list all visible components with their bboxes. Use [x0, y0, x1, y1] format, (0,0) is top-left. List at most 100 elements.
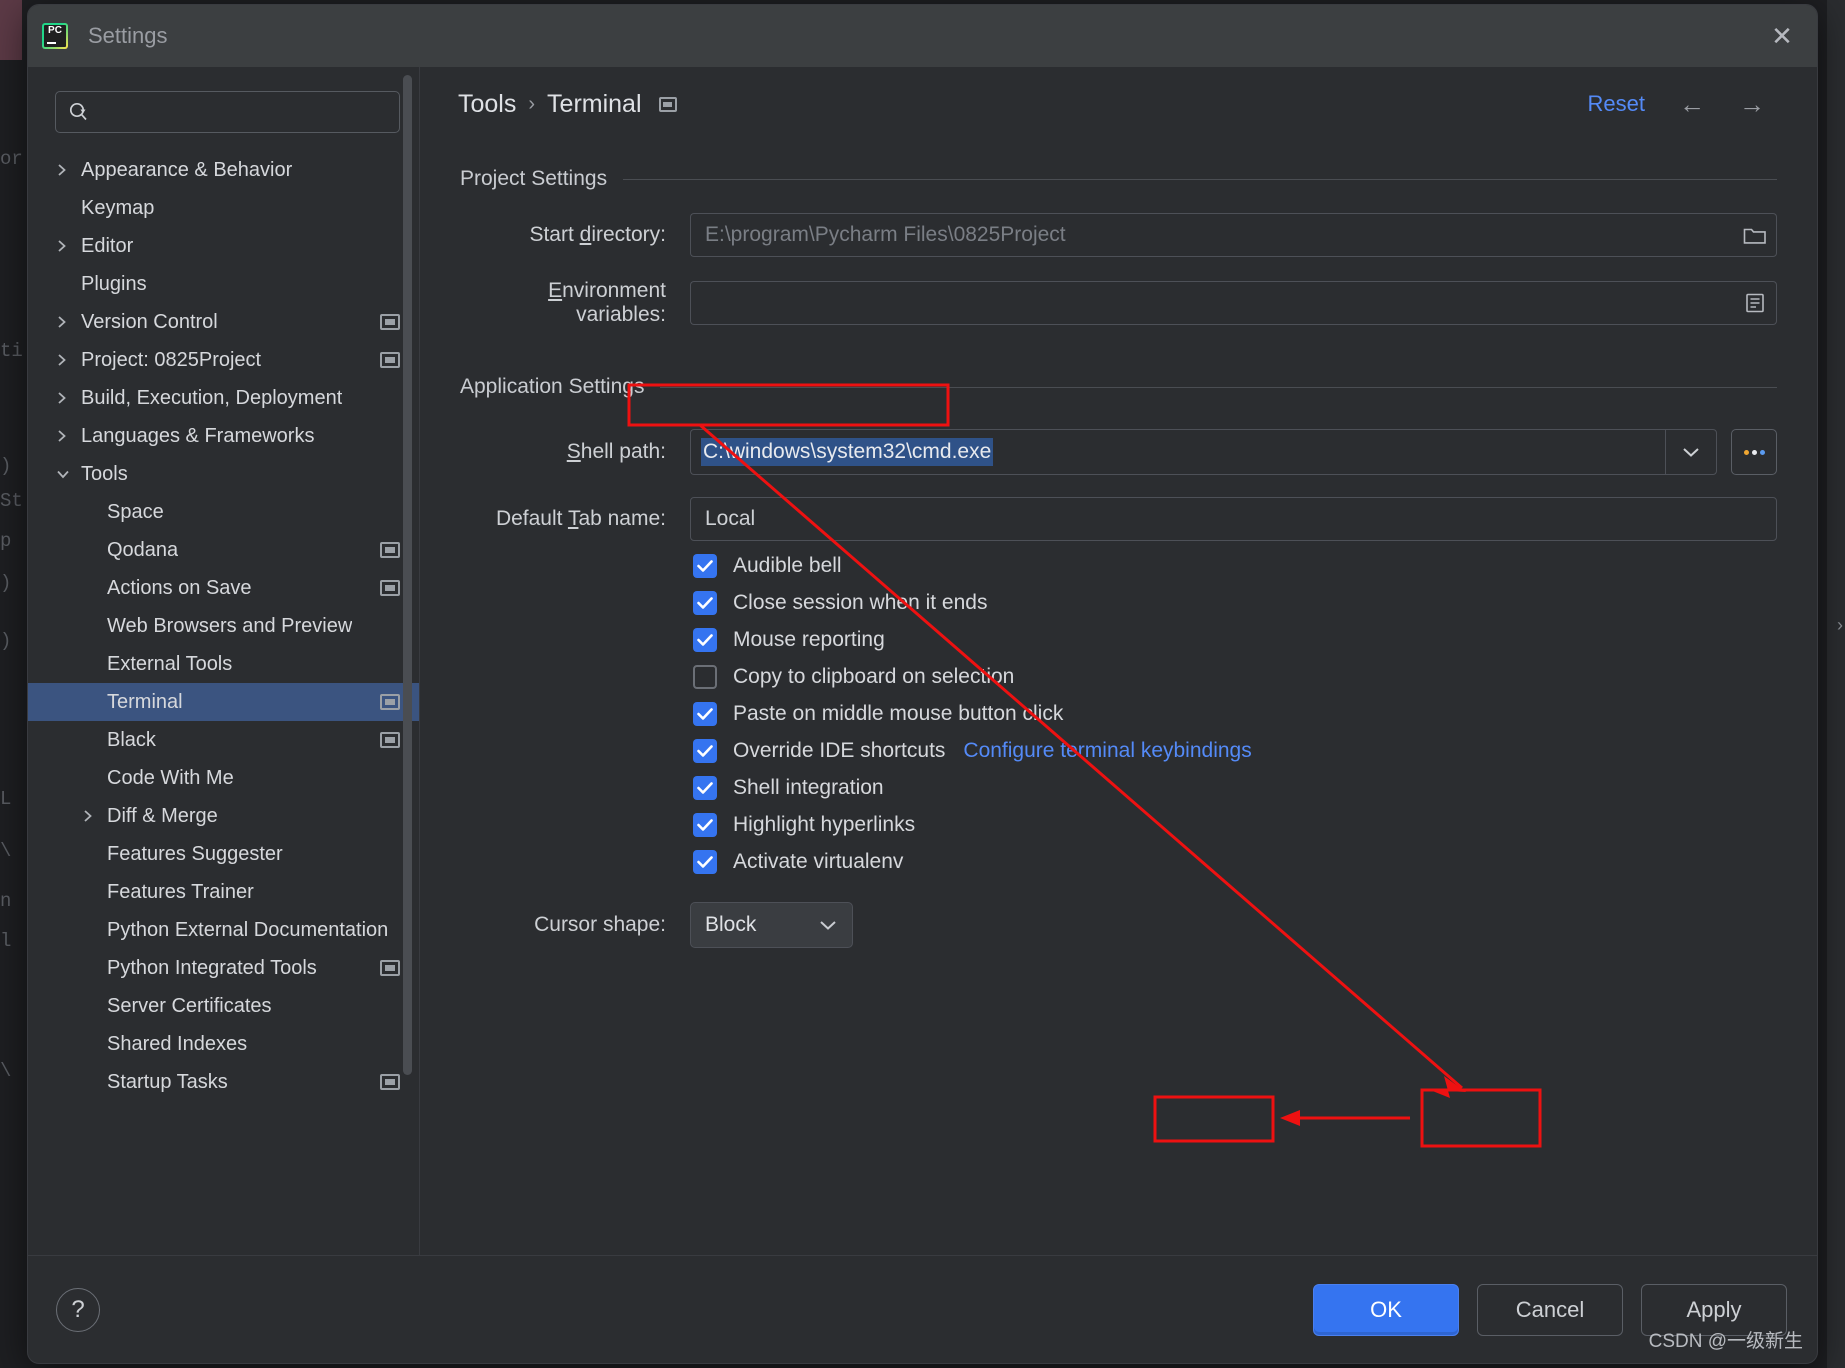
search-input[interactable] [98, 100, 387, 124]
ok-button[interactable]: OK [1313, 1283, 1459, 1336]
sidebar-item-version-control[interactable]: Version Control [28, 303, 420, 341]
breadcrumb-current: Terminal [547, 89, 642, 118]
breadcrumb-row: Tools › Terminal Reset ← → [450, 67, 1777, 141]
sidebar-item-appearance-behavior[interactable]: Appearance & Behavior [28, 151, 420, 189]
forward-arrow-icon[interactable]: → [1739, 89, 1765, 120]
shell-path-input[interactable]: C:\windows\system32\cmd.exe [690, 429, 1665, 475]
checkbox-label-close-session-when-it-ends: Close session when it ends [733, 591, 988, 614]
sidebar-item-build-execution-deployment[interactable]: Build, Execution, Deployment [28, 379, 420, 417]
checkbox-row-activate-virtualenv[interactable]: Activate virtualenv [450, 850, 1777, 874]
checkbox-paste-on-middle-mouse-button-click[interactable] [693, 702, 717, 726]
back-arrow-icon[interactable]: ← [1679, 89, 1705, 120]
sidebar-item-shared-indexes[interactable]: Shared Indexes [28, 1025, 420, 1063]
browse-button[interactable] [1731, 429, 1777, 475]
environment-variables-input[interactable] [690, 281, 1733, 325]
sidebar-item-editor[interactable]: Editor [28, 227, 420, 265]
start-directory-input[interactable]: E:\program\Pycharm Files\0825Project [690, 213, 1733, 257]
project-scope-badge-icon [380, 694, 400, 710]
chevron-down-icon[interactable] [1665, 429, 1717, 475]
search-container [28, 67, 420, 147]
checkbox-label-shell-integration: Shell integration [733, 776, 884, 799]
folder-icon[interactable] [1733, 213, 1777, 257]
help-icon[interactable]: ? [56, 1287, 100, 1332]
checkbox-label-audible-bell: Audible bell [733, 554, 842, 577]
sidebar-item-server-certificates[interactable]: Server Certificates [28, 987, 420, 1025]
sidebar-scrollbar[interactable] [403, 75, 412, 1075]
sidebar-item-web-browsers-and-preview[interactable]: Web Browsers and Preview [28, 607, 420, 645]
checkbox-row-copy-to-clipboard-on-selection[interactable]: Copy to clipboard on selection [450, 665, 1777, 689]
search-box[interactable] [55, 91, 400, 133]
backdrop-text: l [0, 930, 12, 952]
project-scope-badge-icon [380, 352, 400, 368]
checkbox-shell-integration[interactable] [693, 776, 717, 800]
project-scope-badge-icon [380, 542, 400, 558]
sidebar-item-python-integrated-tools[interactable]: Python Integrated Tools [28, 949, 420, 987]
checkbox-row-close-session-when-it-ends[interactable]: Close session when it ends [450, 591, 1777, 615]
sidebar-item-label: Code With Me [107, 766, 234, 789]
checkbox-label-mouse-reporting: Mouse reporting [733, 628, 885, 651]
cursor-shape-value: Block [705, 913, 757, 936]
sidebar-item-project-0825project[interactable]: Project: 0825Project [28, 341, 420, 379]
checkbox-copy-to-clipboard-on-selection[interactable] [693, 665, 717, 689]
project-scope-badge-icon [380, 314, 400, 330]
checkbox-close-session-when-it-ends[interactable] [693, 591, 717, 615]
checkbox-mouse-reporting[interactable] [693, 628, 717, 652]
chevron-down-icon [55, 467, 81, 481]
cursor-shape-select[interactable]: Block [690, 902, 853, 948]
checkbox-row-paste-on-middle-mouse-button-click[interactable]: Paste on middle mouse button click [450, 702, 1777, 726]
sidebar-item-plugins[interactable]: Plugins [28, 265, 420, 303]
sidebar-item-features-suggester[interactable]: Features Suggester [28, 835, 420, 873]
sidebar-item-startup-tasks[interactable]: Startup Tasks [28, 1063, 420, 1101]
checkbox-override-ide-shortcuts[interactable] [693, 739, 717, 763]
shell-path-row: Shell path: C:\windows\system32\cmd.exe [450, 429, 1777, 475]
settings-tree: Appearance & Behavior Keymap Editor Plugins… [28, 147, 420, 1255]
default-tab-name-input[interactable]: Local [690, 497, 1777, 541]
pycharm-icon [42, 23, 68, 49]
sidebar-item-keymap[interactable]: Keymap [28, 189, 420, 227]
sidebar-item-diff-merge[interactable]: Diff & Merge [28, 797, 420, 835]
sidebar-item-actions-on-save[interactable]: Actions on Save [28, 569, 420, 607]
checkbox-label-paste-on-middle-mouse-button-click: Paste on middle mouse button click [733, 702, 1064, 725]
backdrop-text: L [0, 788, 12, 810]
reset-button[interactable]: Reset [1588, 91, 1645, 117]
sidebar-item-label: Qodana [107, 538, 179, 561]
sidebar-item-space[interactable]: Space [28, 493, 420, 531]
breadcrumb-separator: › [528, 92, 536, 115]
checkbox-row-audible-bell[interactable]: Audible bell [450, 554, 1777, 578]
checkbox-audible-bell[interactable] [693, 554, 717, 578]
breadcrumb: Tools › Terminal [458, 90, 677, 119]
breadcrumb-parent[interactable]: Tools [458, 90, 516, 119]
sidebar-item-external-tools[interactable]: External Tools [28, 645, 420, 683]
close-icon[interactable]: ✕ [1765, 19, 1799, 53]
environment-variables-label: Environment variables: [548, 279, 666, 326]
sidebar-item-python-external-documentation[interactable]: Python External Documentation [28, 911, 420, 949]
backdrop-text: ti [0, 340, 23, 362]
cancel-button[interactable]: Cancel [1477, 1283, 1623, 1336]
sidebar-item-label: Keymap [81, 196, 155, 219]
checkbox-row-highlight-hyperlinks[interactable]: Highlight hyperlinks [450, 813, 1777, 837]
watermark: CSDN @一级新生 [1648, 1331, 1803, 1352]
sidebar-item-features-trainer[interactable]: Features Trainer [28, 873, 420, 911]
sidebar-item-qodana[interactable]: Qodana [28, 531, 420, 569]
project-scope-badge-icon [658, 96, 677, 112]
backdrop-text: n [0, 890, 12, 912]
sidebar-item-black[interactable]: Black [28, 721, 420, 759]
backdrop-text: St [0, 490, 23, 512]
checkbox-row-mouse-reporting[interactable]: Mouse reporting [450, 628, 1777, 652]
checkbox-row-override-ide-shortcuts[interactable]: Override IDE shortcuts Configure terminal… [450, 739, 1777, 763]
sidebar-item-label: Features Trainer [107, 880, 254, 903]
checkbox-activate-virtualenv[interactable] [693, 850, 717, 874]
sidebar-item-terminal[interactable]: Terminal [28, 683, 420, 721]
checkbox-label-copy-to-clipboard-on-selection: Copy to clipboard on selection [733, 665, 1015, 688]
sidebar-item-languages-frameworks[interactable]: Languages & Frameworks [28, 417, 420, 455]
search-icon [69, 102, 87, 121]
sidebar-item-tools[interactable]: Tools [28, 455, 420, 493]
collapse-panel-icon[interactable]: › [1837, 615, 1843, 636]
checkbox-row-shell-integration[interactable]: Shell integration [450, 776, 1777, 800]
configure-terminal-keybindings-link[interactable]: Configure terminal keybindings [963, 739, 1251, 763]
checkbox-highlight-hyperlinks[interactable] [693, 813, 717, 837]
application-settings-group-header: Application Settings [450, 375, 1777, 399]
list-icon[interactable] [1733, 281, 1777, 325]
sidebar-item-code-with-me[interactable]: Code With Me [28, 759, 420, 797]
shell-path-label: Shell path: [566, 440, 666, 463]
